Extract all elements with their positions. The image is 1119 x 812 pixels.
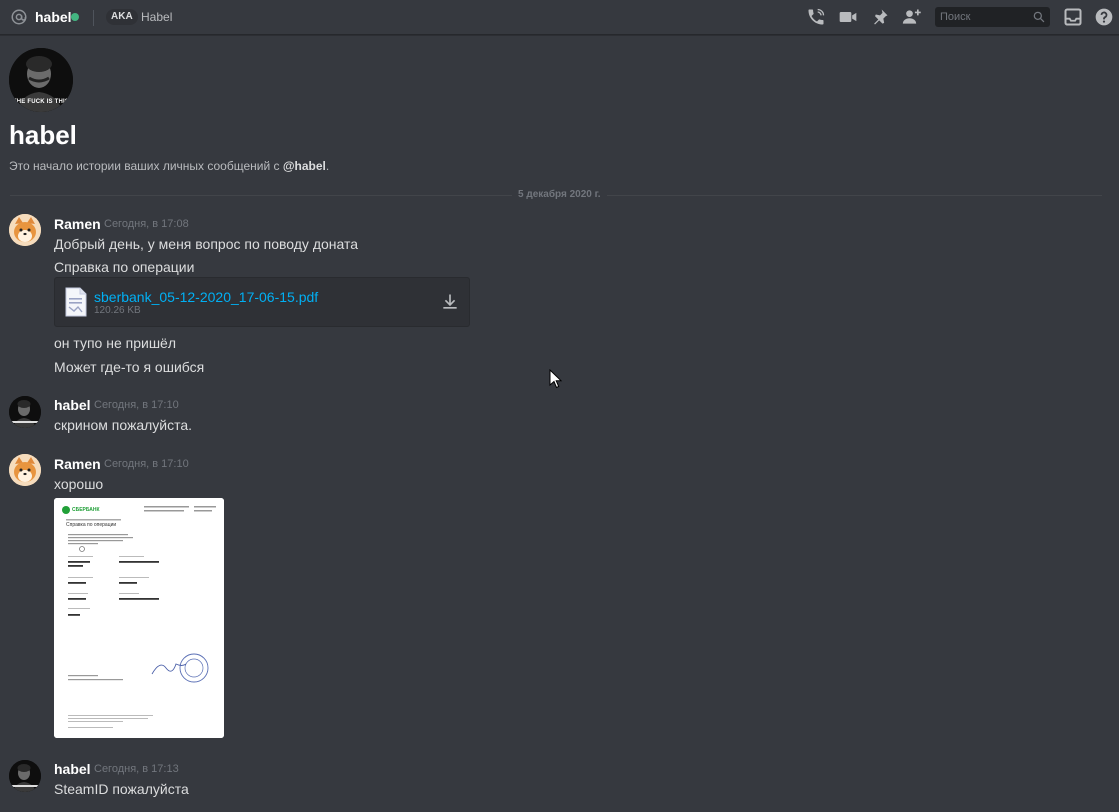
search-box[interactable] <box>935 7 1050 27</box>
dm-username[interactable]: habel <box>35 9 72 25</box>
message-timestamp: Сегодня, в 17:10 <box>104 458 189 470</box>
message-text: он тупо не пришёл <box>54 335 177 351</box>
message-timestamp: Сегодня, в 17:10 <box>94 399 179 411</box>
pin-icon[interactable] <box>870 7 890 27</box>
message-author[interactable]: habel <box>54 761 91 777</box>
video-icon[interactable] <box>838 7 858 27</box>
file-attachment: sberbank_05-12-2020_17-06-15.pdf 120.26 … <box>54 277 470 327</box>
download-icon[interactable] <box>440 292 460 312</box>
avatar[interactable] <box>9 760 41 792</box>
avatar-caption: THE FUCK IS THIS <box>12 99 70 105</box>
online-status-indicator <box>71 13 79 21</box>
mouse-cursor-icon <box>549 369 563 389</box>
intro-text: Это начало истории ваших личных сообщени… <box>9 159 283 173</box>
avatar[interactable] <box>9 214 41 246</box>
intro-mention[interactable]: @habel <box>283 159 326 173</box>
channel-header: habel AKA Habel <box>0 0 1119 35</box>
message-text: хорошо <box>54 476 104 492</box>
receipt-brand: СБЕРБАНК <box>72 507 100 513</box>
message-timestamp: Сегодня, в 17:08 <box>104 218 189 230</box>
avatar[interactable] <box>9 396 41 428</box>
inbox-icon[interactable] <box>1063 7 1083 27</box>
attachment-filename-link[interactable]: sberbank_05-12-2020_17-06-15.pdf <box>94 289 318 305</box>
phone-icon[interactable] <box>806 7 826 27</box>
message-author[interactable]: Ramen <box>54 216 101 232</box>
receipt-title: Справка по операции <box>66 522 117 528</box>
message-text: Может где-то я ошибся <box>54 359 205 375</box>
attachment-size: 120.26 KB <box>94 305 141 316</box>
search-input[interactable] <box>935 7 1030 27</box>
message-text: Справка по операции <box>54 259 195 275</box>
help-icon[interactable] <box>1094 7 1114 27</box>
message-text: Добрый день, у меня вопрос по поводу дон… <box>54 236 359 252</box>
image-attachment[interactable]: СБЕРБАНК Справка по операции <box>54 498 224 738</box>
message-author[interactable]: habel <box>54 397 91 413</box>
avatar[interactable] <box>9 454 41 486</box>
pdf-file-icon <box>65 287 87 317</box>
date-divider-label: 5 декабря 2020 г. <box>512 189 607 200</box>
aka-name: Habel <box>141 10 173 24</box>
add-friend-icon[interactable] <box>902 7 922 27</box>
message-text: SteamID пожалуйста <box>54 781 189 797</box>
intro-title: habel <box>9 120 77 150</box>
at-icon <box>11 9 27 25</box>
search-icon <box>1033 11 1045 23</box>
message-author[interactable]: Ramen <box>54 456 101 472</box>
intro-description: Это начало истории ваших личных сообщени… <box>9 159 329 173</box>
message-text: скрином пожалуйста. <box>54 417 193 433</box>
intro-text-suffix: . <box>325 159 330 173</box>
header-divider <box>93 10 94 26</box>
receipt-image <box>54 498 224 738</box>
aka-badge: AKA <box>106 9 138 25</box>
intro-avatar: THE FUCK IS THIS <box>9 48 73 112</box>
message-timestamp: Сегодня, в 17:13 <box>94 763 179 775</box>
